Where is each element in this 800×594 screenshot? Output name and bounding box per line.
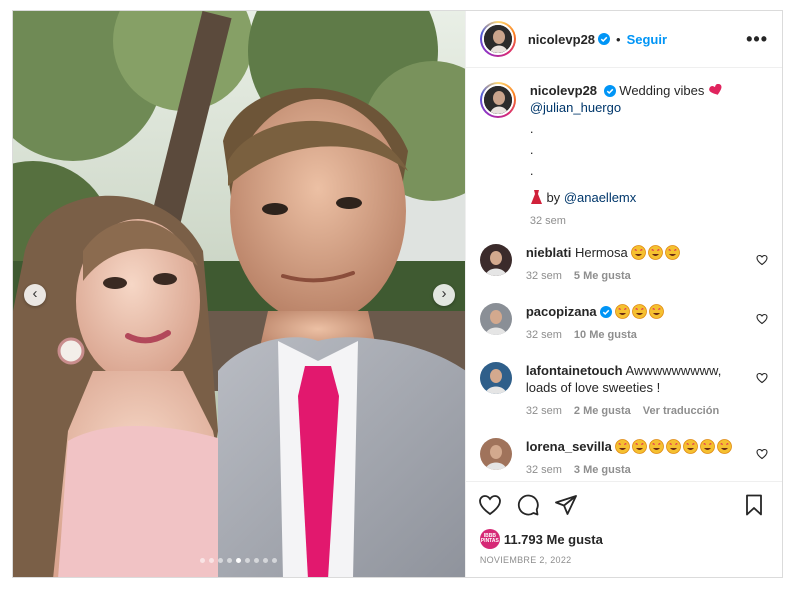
carousel-dot [227, 558, 233, 563]
caption-time: 32 sem [529, 215, 566, 227]
couple-selfie-photo [13, 11, 465, 577]
carousel-dot [218, 558, 224, 563]
comment-item: lorena_sevilla 32 sem 3 Me gusta [479, 438, 768, 479]
previous-photo-button[interactable]: ‹ [24, 284, 46, 306]
caption-avatar-photo [483, 86, 512, 114]
heart-eyes-emoji-icon [632, 439, 648, 454]
see-translation-link[interactable]: Ver traducción [643, 405, 719, 417]
more-options-icon[interactable]: ••• [746, 30, 768, 48]
follow-button[interactable]: Seguir [627, 32, 667, 47]
commenter-username[interactable]: lorena_sevilla [526, 439, 612, 454]
heart-eyes-emoji-icon [615, 439, 631, 454]
like-comment-heart-icon[interactable] [756, 254, 768, 266]
red-heart-icon [709, 83, 722, 95]
comment-text: Hermosa [574, 245, 628, 260]
comment-likes[interactable]: 10 Me gusta [574, 329, 637, 341]
post-header: nicolevp28 • Seguir ••• [465, 11, 782, 68]
author-username[interactable]: nicolevp28 [528, 32, 595, 47]
chevron-right-icon: › [441, 285, 447, 302]
heart-eyes-emoji-icon [648, 245, 664, 260]
comment-list: nieblati Hermosa 32 sem 5 Me gusta pacopiz… [479, 244, 768, 479]
bookmark-icon[interactable] [742, 493, 766, 517]
post-side-panel: nicolevp28 • Seguir ••• nicolevp28 Weddi… [464, 11, 782, 577]
heart-eyes-emoji-icon [615, 304, 631, 319]
caption-dots: . . . [530, 120, 768, 179]
post-photo[interactable]: ‹ › [13, 11, 465, 577]
heart-eyes-emoji-icon [649, 439, 665, 454]
carousel-dot [272, 558, 278, 563]
author-avatar[interactable] [479, 21, 516, 57]
heart-icon[interactable] [478, 493, 502, 517]
like-comment-heart-icon[interactable] [756, 313, 768, 325]
comment-emojis [615, 304, 666, 319]
chevron-left-icon: ‹ [32, 285, 38, 302]
comment-item: lafontainetouch Awwwwwwwww, loads of lov… [479, 362, 768, 420]
commenter-avatar[interactable] [479, 244, 512, 276]
caption-author-avatar[interactable] [479, 82, 516, 118]
commenter-username[interactable]: pacopizana [526, 304, 597, 319]
carousel-dot [254, 558, 260, 563]
heart-eyes-emoji-icon [683, 439, 699, 454]
commenter-username[interactable]: lafontainetouch [526, 363, 623, 378]
comment-emojis [631, 245, 682, 260]
carousel-dot [209, 558, 215, 563]
comment-item: nieblati Hermosa 32 sem 5 Me gusta [479, 244, 768, 285]
comments-section[interactable]: nicolevp28 Wedding vibes @julian_huergo … [466, 68, 782, 481]
caption-dot-line: . [529, 163, 534, 178]
verified-badge-icon [603, 85, 616, 97]
header-separator: • [616, 31, 621, 47]
heart-eyes-emoji-icon [666, 439, 682, 454]
comment-likes[interactable]: 3 Me gusta [574, 464, 631, 476]
verified-badge-icon [598, 33, 611, 45]
carousel-dot [263, 558, 269, 563]
carousel-dot [245, 558, 251, 563]
caption-dot-line: . [529, 121, 534, 136]
comment-time: 32 sem [525, 464, 562, 476]
carousel-dot [236, 558, 242, 563]
liker-avatar: IBBB PINTAS [479, 529, 500, 549]
commenter-avatar[interactable] [479, 362, 512, 394]
post-actions-bar [465, 481, 782, 527]
like-comment-heart-icon[interactable] [756, 372, 768, 384]
verified-badge-icon [599, 306, 612, 318]
caption: nicolevp28 Wedding vibes @julian_huergo … [479, 82, 768, 230]
commenter-avatar[interactable] [479, 438, 512, 470]
post-dialog: ‹ › nicolevp28 • Seguir ••• nicolevp28 W… [12, 10, 783, 578]
comment-likes[interactable]: 2 Me gusta [574, 405, 631, 417]
heart-eyes-emoji-icon [632, 304, 648, 319]
comment-item: pacopizana 32 sem 10 Me gusta [479, 303, 768, 344]
author-avatar-photo [483, 25, 512, 53]
commenter-avatar[interactable] [479, 303, 512, 335]
heart-eyes-emoji-icon [717, 439, 733, 454]
heart-eyes-emoji-icon [631, 245, 647, 260]
comment-emojis [615, 439, 734, 454]
next-photo-button[interactable]: › [433, 284, 455, 306]
comment-icon[interactable] [516, 493, 540, 517]
dress-icon [530, 190, 542, 204]
comment-time: 32 sem [525, 405, 562, 417]
heart-eyes-emoji-icon [665, 245, 681, 260]
heart-eyes-emoji-icon [649, 304, 665, 319]
carousel-indicator [13, 558, 465, 563]
comment-time: 32 sem [525, 270, 562, 282]
paper-plane-icon[interactable] [554, 493, 578, 517]
post-date: NOVIEMBRE 2, 2022 [479, 555, 572, 565]
liker-avatar-text: IBBB PINTAS [480, 533, 499, 544]
commenter-username[interactable]: nieblati [526, 245, 572, 260]
like-comment-heart-icon[interactable] [756, 448, 768, 460]
carousel-dot [200, 558, 206, 563]
likes-summary[interactable]: IBBB PINTAS 11.793 Me gusta [466, 527, 782, 551]
caption-dot-line: . [529, 142, 534, 157]
caption-credit-prefix: by [546, 190, 561, 205]
heart-eyes-emoji-icon [700, 439, 716, 454]
caption-text: Wedding vibes [619, 83, 705, 98]
caption-username[interactable]: nicolevp28 [530, 83, 597, 98]
caption-credit-link[interactable]: @anaellemx [564, 190, 636, 205]
comment-likes[interactable]: 5 Me gusta [574, 270, 631, 282]
caption-mention-link[interactable]: @julian_huergo [530, 100, 621, 115]
likes-count[interactable]: 11.793 Me gusta [504, 532, 603, 547]
comment-time: 32 sem [525, 329, 562, 341]
